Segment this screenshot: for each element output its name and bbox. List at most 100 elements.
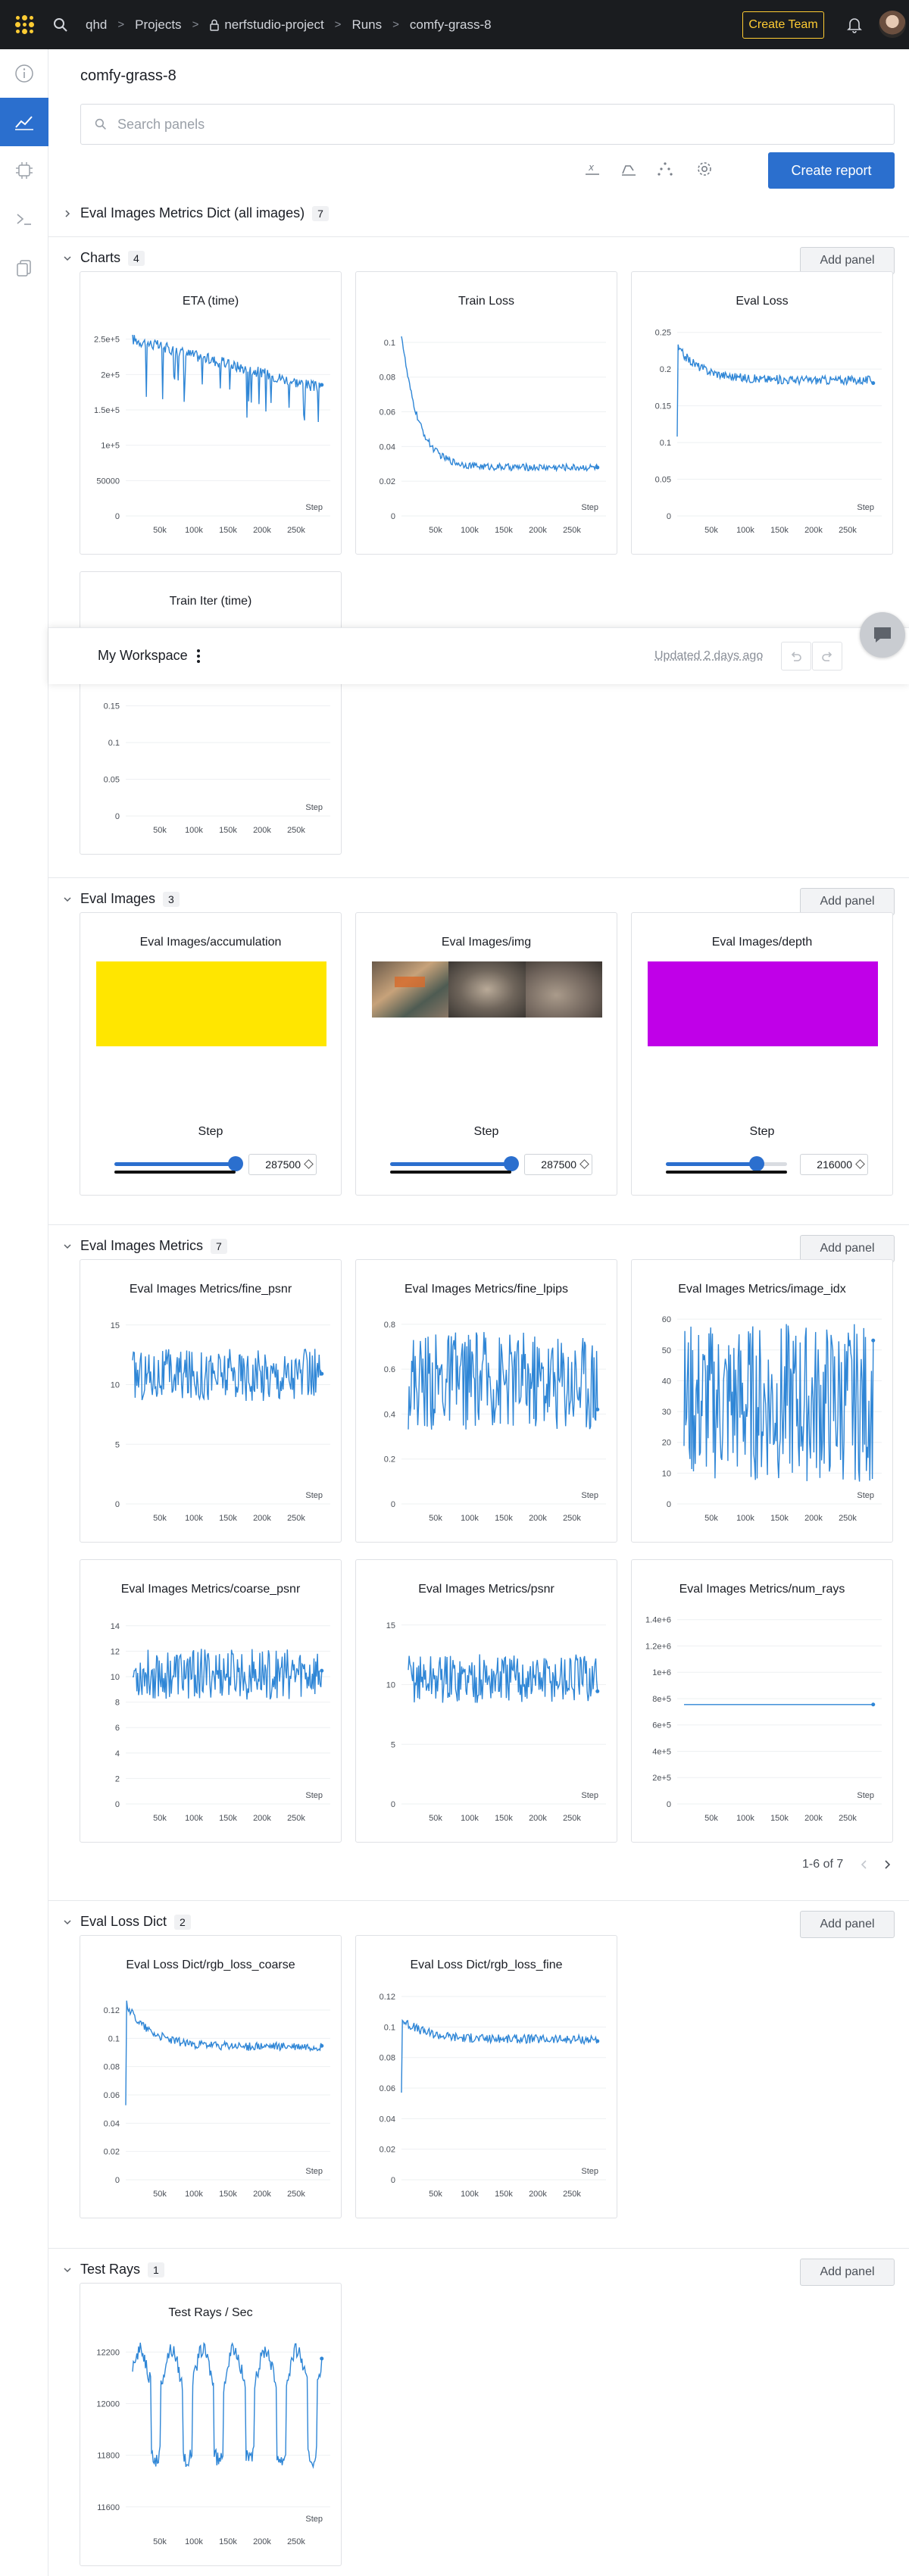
- logs-tab[interactable]: [0, 195, 48, 243]
- chart-panel-coarse-psnr[interactable]: 0 2 4 6 8 10 12 14 50k 100k 150k 200k 250k Step Eval I…: [80, 1559, 342, 1843]
- step-label: Step: [473, 1125, 499, 1138]
- breadcrumb-separator-icon: >: [192, 18, 199, 31]
- step-slider[interactable]: [666, 1155, 787, 1174]
- settings-icon[interactable]: [691, 155, 718, 183]
- prev-page-icon[interactable]: [860, 1859, 869, 1870]
- y-tick-label: 6e+5: [652, 1721, 671, 1730]
- info-icon: [15, 64, 33, 83]
- chat-icon: [874, 627, 891, 642]
- stepper-icon[interactable]: [304, 1159, 314, 1169]
- chart-panel-fine-lpips[interactable]: 0 0.2 0.4 0.6 0.8 50k 100k 150k 200k 250k Step Eval…: [355, 1259, 617, 1543]
- redo-icon: [822, 652, 832, 661]
- line-chart-icon: [15, 116, 33, 130]
- breadcrumb-run[interactable]: comfy-grass-8: [410, 17, 492, 33]
- breadcrumb-user[interactable]: qhd: [86, 17, 107, 33]
- add-panel-button[interactable]: Add panel: [800, 888, 895, 915]
- y-tick-label: 40: [662, 1377, 671, 1386]
- x-axis-label: Step: [581, 503, 598, 512]
- create-team-button[interactable]: Create Team: [742, 11, 824, 39]
- image-panel-accumulation[interactable]: Eval Images/accumulation Step 287500: [80, 912, 342, 1196]
- smoothing-icon[interactable]: [615, 155, 642, 183]
- stepper-icon[interactable]: [579, 1159, 589, 1169]
- y-tick-label: 0: [391, 2176, 395, 2185]
- add-panel-button[interactable]: Add panel: [800, 1911, 895, 1938]
- x-axis-label: Step: [857, 1491, 874, 1500]
- y-tick-label: 30: [662, 1408, 671, 1417]
- files-tab[interactable]: [0, 243, 48, 292]
- bell-icon[interactable]: [845, 15, 864, 37]
- section-header[interactable]: Eval Images Metrics Dict (all images) 7: [61, 205, 329, 221]
- step-input[interactable]: 287500: [524, 1154, 592, 1175]
- image-panel-img[interactable]: Eval Images/img Step 287500: [355, 912, 617, 1196]
- series-endpoint: [320, 1668, 324, 1673]
- add-panel-button[interactable]: Add panel: [800, 247, 895, 274]
- chart-panel-train-loss[interactable]: 0 0.02 0.04 0.06 0.08 0.1 50k 100k 150k 200k 250k S…: [355, 271, 617, 555]
- avatar[interactable]: [879, 11, 906, 38]
- chart-panel-rgb-loss-fine[interactable]: 0 0.02 0.04 0.06 0.08 0.1 0.12 50k 100k 150k 200k 2…: [355, 1935, 617, 2218]
- section-divider: [48, 877, 909, 878]
- outliers-icon[interactable]: [651, 155, 679, 183]
- next-page-icon[interactable]: [882, 1859, 892, 1870]
- wandb-logo[interactable]: [0, 0, 49, 49]
- search-input[interactable]: [117, 116, 799, 133]
- add-panel-button[interactable]: Add panel: [800, 1235, 895, 1262]
- y-tick-label: 11800: [97, 2452, 120, 2461]
- accumulation-image: [96, 961, 326, 1046]
- section-header[interactable]: Eval Images Metrics 7: [61, 1238, 227, 1254]
- chart-panel-eta[interactable]: 0 50000 1e+5 1.5e+5 2e+5 2.5e+5 50k 100k 150k 200…: [80, 271, 342, 555]
- step-slider[interactable]: [390, 1155, 519, 1174]
- workspace-title[interactable]: My Workspace: [98, 648, 201, 664]
- step-input[interactable]: 287500: [248, 1154, 317, 1175]
- chart-panel-train-iter[interactable]: 00.050.10.150.20.2550k100k150k200k250kSt…: [80, 571, 342, 855]
- series-endpoint: [595, 1407, 600, 1411]
- create-report-button[interactable]: Create report: [768, 152, 895, 189]
- chart-panel-image-idx[interactable]: 0 10 20 30 40 50 60 50k 100k 150k 200k 250k Step Eval…: [631, 1259, 893, 1543]
- kebab-menu-icon[interactable]: [196, 649, 201, 663]
- section-header[interactable]: Eval Loss Dict 2: [61, 1914, 191, 1930]
- chart-panel-fine-psnr[interactable]: 0 5 10 15 50k 100k 150k 200k 250k Step Eval Images…: [80, 1259, 342, 1543]
- series-line: [132, 334, 323, 423]
- x-axis-icon[interactable]: x: [579, 155, 606, 183]
- system-tab[interactable]: [0, 146, 48, 195]
- x-tick-label: 50k: [153, 2537, 167, 2546]
- breadcrumb-project[interactable]: nerfstudio-project: [224, 17, 323, 33]
- workspace-updated-label[interactable]: Updated 2 days ago: [654, 649, 763, 663]
- slider-thumb[interactable]: [504, 1156, 519, 1171]
- series-line: [408, 1654, 598, 1703]
- chart-panel-rgb-loss-coarse[interactable]: 0 0.02 0.04 0.06 0.08 0.1 0.12 50k 100k 150k 200k 2…: [80, 1935, 342, 2218]
- breadcrumb-runs[interactable]: Runs: [351, 17, 382, 33]
- slider-thumb[interactable]: [749, 1156, 764, 1171]
- slider-thumb[interactable]: [228, 1156, 243, 1171]
- overview-tab[interactable]: [0, 49, 48, 98]
- y-tick-label: 0: [667, 1800, 671, 1809]
- image-panel-depth[interactable]: Eval Images/depth Step 216000: [631, 912, 893, 1196]
- chart-panel-test-rays[interactable]: 11600 11800 12000 12200 50k 100k 150k 200k 250k S…: [80, 2283, 342, 2566]
- breadcrumb-projects[interactable]: Projects: [135, 17, 181, 33]
- undo-button[interactable]: [781, 642, 811, 671]
- section-eval-images-metrics-dict: Eval Images Metrics Dict (all images) 7: [48, 198, 909, 228]
- chat-button[interactable]: [860, 612, 905, 658]
- section-header[interactable]: Eval Images 3: [61, 891, 180, 907]
- section-header[interactable]: Charts 4: [61, 250, 145, 266]
- x-tick-label: 100k: [185, 826, 203, 835]
- y-tick-label: 15: [111, 1321, 120, 1330]
- add-panel-button[interactable]: Add panel: [800, 2259, 895, 2286]
- charts-tab[interactable]: [0, 98, 48, 146]
- x-tick-label: 150k: [219, 1814, 237, 1823]
- section-count-badge: 3: [163, 891, 180, 907]
- search-panels-box[interactable]: [80, 104, 895, 145]
- chart-panel-num-rays[interactable]: 0 2e+5 4e+5 6e+5 8e+5 1e+6 1.2e+6 1.4e+6 50k 100k…: [631, 1559, 893, 1843]
- search-icon[interactable]: [49, 17, 72, 33]
- section-header[interactable]: Test Rays 1: [61, 2262, 164, 2277]
- x-tick-label: 50k: [429, 1514, 442, 1523]
- chart-panel-eval-loss[interactable]: 0 0.05 0.1 0.15 0.2 0.25 50k 100k 150k 200k 250k St…: [631, 271, 893, 555]
- stepper-icon[interactable]: [855, 1159, 865, 1169]
- redo-button[interactable]: [812, 642, 842, 671]
- undo-icon: [791, 652, 801, 661]
- section-divider: [48, 2248, 909, 2249]
- step-slider[interactable]: [114, 1155, 243, 1174]
- x-tick-label: 150k: [770, 526, 789, 535]
- step-input[interactable]: 216000: [800, 1154, 868, 1175]
- x-tick-label: 50k: [153, 1814, 167, 1823]
- chart-panel-psnr[interactable]: 0 5 10 15 50k 100k 150k 200k 250k Step Eval Images…: [355, 1559, 617, 1843]
